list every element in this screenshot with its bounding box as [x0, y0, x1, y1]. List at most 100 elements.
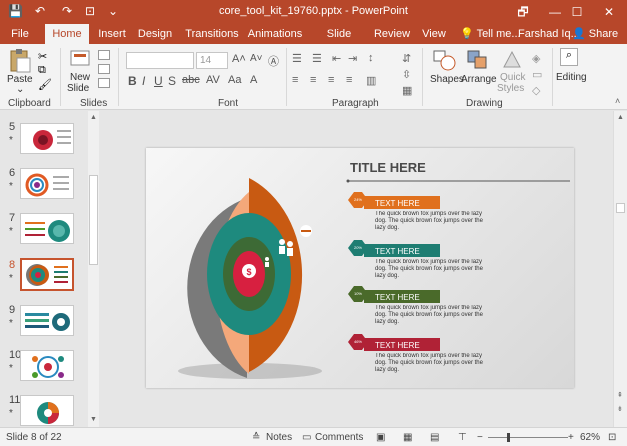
scrollbar-thumb[interactable]	[616, 203, 625, 213]
scroll-up-icon[interactable]: ▲	[617, 114, 624, 121]
align-left-icon[interactable]: ≡	[292, 74, 298, 86]
thumb-number: 6	[9, 167, 16, 179]
shape-outline-icon[interactable]: ▭	[532, 68, 542, 81]
columns-icon[interactable]: ▥	[366, 74, 376, 87]
tab-animations[interactable]: Animations	[247, 24, 303, 44]
decrease-font-icon[interactable]: A˅	[250, 53, 263, 64]
group-slides: Slides	[80, 98, 108, 109]
share-button[interactable]: 👤 Share	[572, 24, 618, 44]
scroll-down-icon[interactable]: ⇟	[617, 405, 623, 413]
font-name-dropdown[interactable]	[126, 52, 194, 69]
paste-icon[interactable]	[8, 48, 32, 74]
arrange-icon[interactable]	[466, 49, 490, 71]
slide-scrollbar[interactable]: ▲ ⇞ ⇟	[613, 111, 627, 427]
zoom-in-button[interactable]: +	[568, 432, 574, 443]
zoom-slider-thumb[interactable]	[507, 433, 510, 442]
shapes-icon[interactable]	[433, 49, 457, 71]
align-text-icon[interactable]: ⇳	[402, 68, 411, 81]
strikethrough-icon[interactable]: abc	[182, 74, 200, 86]
scrollbar-thumb[interactable]	[89, 175, 98, 265]
group-paragraph: Paragraph	[332, 98, 379, 109]
tab-view[interactable]: View	[418, 24, 450, 44]
lightbulb-icon: 💡	[460, 28, 474, 40]
tab-review[interactable]: Review	[372, 24, 412, 44]
slide-thumbnail-8[interactable]	[20, 258, 74, 291]
align-center-icon[interactable]: ≡	[310, 74, 316, 86]
font-color-icon[interactable]: A	[250, 74, 257, 86]
copy-icon[interactable]: ⧉	[38, 64, 46, 77]
thumb-animation-star: *	[9, 273, 13, 284]
reading-view-icon[interactable]: ▤	[430, 432, 439, 443]
current-slide[interactable]: $ TITLE HERE 24% TEXT HERE The quick bro…	[146, 148, 574, 388]
clear-formatting-icon[interactable]: Ⓐ	[268, 53, 279, 69]
section-icon[interactable]	[98, 78, 110, 88]
character-spacing-icon[interactable]: AV	[206, 74, 220, 86]
tell-me-box[interactable]: 💡 Tell me...	[460, 24, 521, 44]
layout-icon[interactable]	[98, 50, 110, 60]
quick-styles-label-2: Styles	[497, 83, 525, 94]
slide-thumbnail-6[interactable]	[20, 168, 74, 199]
slide-sorter-icon[interactable]: ▦	[403, 432, 412, 443]
comments-button[interactable]: Comments	[315, 432, 363, 443]
quick-styles-icon[interactable]	[500, 49, 524, 71]
comments-icon[interactable]: ▭	[302, 432, 311, 443]
zoom-level[interactable]: 62%	[580, 432, 600, 443]
slideshow-view-icon[interactable]: ⊤	[458, 432, 467, 443]
bold-icon[interactable]: B	[128, 74, 137, 88]
slide-thumbnail-7[interactable]	[20, 213, 74, 244]
line-spacing-icon[interactable]: ↕	[368, 52, 374, 64]
tab-home[interactable]: Home	[45, 24, 89, 44]
underline-icon[interactable]: U	[154, 74, 163, 88]
tab-insert[interactable]: Insert	[93, 24, 131, 44]
slide-thumbnail-10[interactable]	[20, 350, 74, 381]
format-painter-icon[interactable]: 🖌	[38, 78, 52, 91]
align-right-icon[interactable]: ≡	[328, 74, 334, 86]
justify-icon[interactable]: ≡	[346, 74, 352, 86]
decrease-indent-icon[interactable]: ⇤	[332, 52, 341, 65]
editing-label[interactable]: Editing	[556, 72, 587, 83]
ribbon-display-options-button[interactable]: 🗗	[509, 2, 537, 22]
tab-transitions[interactable]: Transitions	[182, 24, 242, 44]
scroll-up-icon[interactable]: ▲	[90, 114, 97, 121]
tab-slide-show[interactable]: Slide Show	[312, 24, 366, 60]
cut-icon[interactable]: ✂	[38, 50, 47, 63]
shape-effects-icon[interactable]: ◇	[532, 84, 540, 97]
text-direction-icon[interactable]: ⇵	[402, 52, 411, 65]
info-item-2: 20% TEXT HERE The quick brown fox jumps …	[348, 240, 483, 279]
change-case-icon[interactable]: Aa	[228, 74, 241, 86]
slide-thumbnail-5[interactable]	[20, 123, 74, 154]
font-size-dropdown[interactable]: 14	[196, 52, 228, 69]
slide-thumbnail-9[interactable]	[20, 305, 74, 336]
normal-view-icon[interactable]: ▣	[376, 432, 385, 443]
maximize-button[interactable]: ☐	[563, 2, 591, 22]
item-heading: TEXT HERE	[375, 293, 420, 302]
collapse-ribbon-icon[interactable]: ˄	[615, 96, 620, 106]
item-heading: TEXT HERE	[375, 247, 420, 256]
scroll-up-icon[interactable]: ⇞	[617, 391, 623, 399]
shape-fill-icon[interactable]: ◈	[532, 52, 540, 65]
increase-indent-icon[interactable]: ⇥	[348, 52, 357, 65]
slide-thumbnail-11[interactable]	[20, 395, 74, 426]
shadow-icon[interactable]: S	[168, 74, 176, 88]
thumbnail-scrollbar[interactable]: ▲ ▼	[88, 111, 99, 427]
scroll-down-icon[interactable]: ▼	[90, 416, 97, 423]
bullets-icon[interactable]: ☰	[292, 52, 302, 65]
notes-button[interactable]: Notes	[266, 432, 292, 443]
reset-icon[interactable]	[98, 64, 110, 74]
notes-icon[interactable]: ≙	[252, 432, 260, 443]
numbering-icon[interactable]: ☰	[312, 52, 322, 65]
new-slide-icon[interactable]	[70, 48, 92, 70]
increase-font-icon[interactable]: A˄	[232, 53, 246, 65]
smartart-icon[interactable]: ▦	[402, 84, 412, 97]
search-icon[interactable]: ⌕	[560, 48, 578, 66]
close-button[interactable]: ✕	[595, 2, 623, 22]
slide-counter[interactable]: Slide 8 of 22	[6, 432, 62, 443]
zoom-out-button[interactable]: −	[477, 432, 483, 443]
chevron-down-icon[interactable]: ⌄	[16, 84, 24, 95]
tab-design[interactable]: Design	[136, 24, 174, 44]
italic-icon[interactable]: I	[142, 74, 145, 88]
zoom-slider-track[interactable]	[488, 437, 568, 438]
user-name[interactable]: Farshad Iq...	[518, 24, 580, 44]
tab-file[interactable]: File	[6, 24, 34, 44]
fit-slide-icon[interactable]: ⊡	[608, 432, 616, 443]
